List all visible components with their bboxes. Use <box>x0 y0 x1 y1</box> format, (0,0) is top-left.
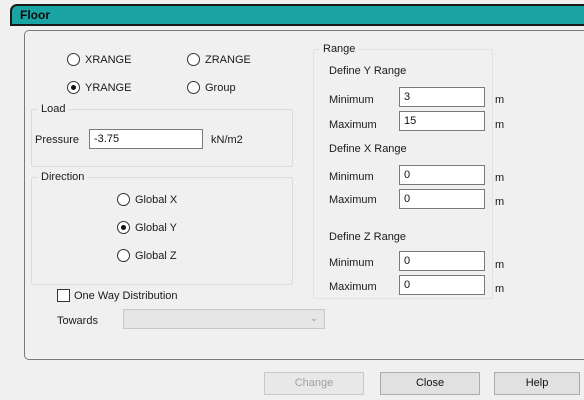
chevron-down-icon[interactable]: ⌄ <box>310 313 318 324</box>
one-way-distribution-checkbox[interactable]: One Way Distribution <box>57 289 178 302</box>
z-minimum-unit: m <box>495 259 505 271</box>
radio-global-x-label: Global X <box>135 193 178 206</box>
radio-group[interactable]: Group <box>187 81 236 94</box>
define-y-range-title: Define Y Range <box>329 65 407 77</box>
radio-global-y-label: Global Y <box>135 221 177 234</box>
x-maximum-label: Maximum <box>329 194 377 206</box>
radio-yrange-label: YRANGE <box>85 81 132 94</box>
z-minimum-input[interactable] <box>399 251 485 271</box>
radio-yrange[interactable]: YRANGE <box>67 81 131 94</box>
radio-xrange[interactable]: XRANGE <box>67 53 131 66</box>
y-maximum-input[interactable] <box>399 111 485 131</box>
radio-zrange[interactable]: ZRANGE <box>187 53 251 66</box>
y-minimum-input[interactable] <box>399 87 485 107</box>
define-x-range-title: Define X Range <box>329 143 407 155</box>
x-maximum-unit: m <box>495 196 505 208</box>
pressure-unit: kN/m2 <box>211 134 243 146</box>
help-button[interactable]: Help <box>494 372 580 395</box>
radio-global-x[interactable]: Global X <box>117 193 177 206</box>
define-z-range-title: Define Z Range <box>329 231 407 243</box>
change-button[interactable]: Change <box>264 372 364 395</box>
radio-xrange-indicator[interactable] <box>67 53 80 66</box>
radio-group-label: Group <box>205 81 236 94</box>
one-way-distribution-label: One Way Distribution <box>74 289 178 302</box>
direction-legend: Direction <box>41 171 85 183</box>
one-way-distribution-box[interactable] <box>57 289 70 302</box>
y-minimum-unit: m <box>495 94 505 106</box>
z-maximum-input[interactable] <box>399 275 485 295</box>
z-minimum-label: Minimum <box>329 257 374 269</box>
radio-yrange-indicator[interactable] <box>67 81 80 94</box>
z-maximum-unit: m <box>495 283 505 295</box>
pressure-input[interactable] <box>89 129 203 149</box>
radio-zrange-indicator[interactable] <box>187 53 200 66</box>
x-minimum-input[interactable] <box>399 165 485 185</box>
window-title: Floor <box>20 8 50 22</box>
towards-dropdown[interactable]: ⌄ <box>123 309 325 329</box>
z-maximum-label: Maximum <box>329 281 377 293</box>
radio-global-y-indicator[interactable] <box>117 221 130 234</box>
radio-group-indicator[interactable] <box>187 81 200 94</box>
radio-zrange-label: ZRANGE <box>205 53 251 66</box>
main-panel: XRANGE ZRANGE YRANGE Group Load Pressure… <box>24 30 584 360</box>
pressure-label: Pressure <box>35 134 80 146</box>
radio-global-x-indicator[interactable] <box>117 193 130 206</box>
radio-xrange-label: XRANGE <box>85 53 132 66</box>
x-minimum-label: Minimum <box>329 171 374 183</box>
y-maximum-label: Maximum <box>329 119 377 131</box>
x-maximum-input[interactable] <box>399 189 485 209</box>
radio-global-z-indicator[interactable] <box>117 249 130 262</box>
towards-label: Towards <box>57 315 98 327</box>
radio-global-y[interactable]: Global Y <box>117 221 177 234</box>
load-legend: Load <box>41 103 66 115</box>
radio-global-z-label: Global Z <box>135 249 177 262</box>
y-minimum-label: Minimum <box>329 94 374 106</box>
title-bar: Floor <box>10 4 584 26</box>
close-button[interactable]: Close <box>380 372 480 395</box>
x-minimum-unit: m <box>495 172 505 184</box>
y-maximum-unit: m <box>495 119 505 131</box>
range-legend: Range <box>323 43 356 55</box>
radio-global-z[interactable]: Global Z <box>117 249 177 262</box>
